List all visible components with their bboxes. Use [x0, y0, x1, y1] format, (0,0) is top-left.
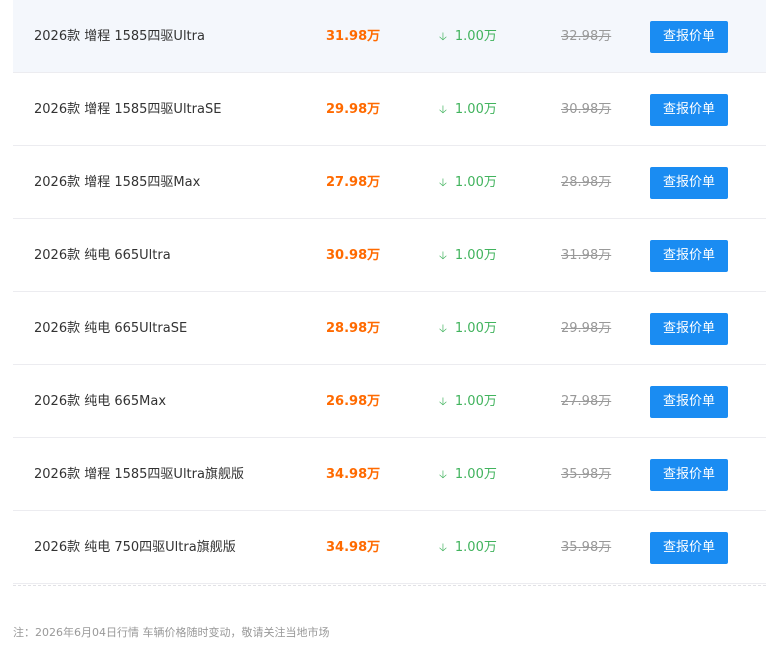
price-drop: 🡣 1.00万 [439, 292, 497, 365]
table-row: 2026款 纯电 665Max 26.98万 🡣 1.00万 27.98万 查报价… [13, 365, 766, 438]
current-price: 31.98万 [326, 29, 381, 44]
table-row: 2026款 增程 1585四驱Max 27.98万 🡣 1.00万 28.98万 … [13, 146, 766, 219]
price-table: 2026款 增程 1585四驱Ultra 31.98万 🡣 1.00万 32.98… [13, 0, 766, 584]
price-drop: 🡣 1.00万 [439, 365, 497, 438]
down-arrow-icon: 🡣 [439, 322, 447, 335]
price-drop-value: 1.00万 [454, 175, 497, 190]
down-arrow-icon: 🡣 [439, 395, 447, 408]
model-name: 2026款 纯电 750四驱Ultra旗舰版 [34, 540, 236, 555]
check-quote-button[interactable]: 查报价单 [650, 94, 728, 126]
current-price: 34.98万 [326, 540, 381, 555]
price-drop-value: 1.00万 [454, 29, 497, 44]
price-drop-value: 1.00万 [454, 248, 497, 263]
price-drop-value: 1.00万 [454, 467, 497, 482]
down-arrow-icon: 🡣 [439, 249, 447, 262]
down-arrow-icon: 🡣 [439, 30, 447, 43]
price-drop: 🡣 1.00万 [439, 146, 497, 219]
check-quote-button[interactable]: 查报价单 [650, 532, 728, 564]
table-row: 2026款 增程 1585四驱UltraSE 29.98万 🡣 1.00万 30.… [13, 73, 766, 146]
current-price: 26.98万 [326, 394, 381, 409]
current-price: 27.98万 [326, 175, 381, 190]
price-drop: 🡣 1.00万 [439, 219, 497, 292]
price-drop-value: 1.00万 [454, 540, 497, 555]
current-price: 28.98万 [326, 321, 381, 336]
down-arrow-icon: 🡣 [439, 103, 447, 116]
table-row: 2026款 纯电 665UltraSE 28.98万 🡣 1.00万 29.98万… [13, 292, 766, 365]
price-drop: 🡣 1.00万 [439, 73, 497, 146]
table-row: 2026款 纯电 750四驱Ultra旗舰版 34.98万 🡣 1.00万 35.… [13, 511, 766, 584]
model-name: 2026款 增程 1585四驱UltraSE [34, 102, 222, 117]
original-price: 28.98万 [561, 175, 612, 190]
down-arrow-icon: 🡣 [439, 468, 447, 481]
model-name: 2026款 纯电 665UltraSE [34, 321, 188, 336]
original-price: 27.98万 [561, 394, 612, 409]
price-drop: 🡣 1.00万 [439, 0, 497, 73]
model-name: 2026款 增程 1585四驱Ultra旗舰版 [34, 467, 244, 482]
price-drop-value: 1.00万 [454, 102, 497, 117]
model-name: 2026款 增程 1585四驱Ultra [34, 29, 205, 44]
original-price: 29.98万 [561, 321, 612, 336]
check-quote-button[interactable]: 查报价单 [650, 459, 728, 491]
divider [13, 585, 766, 586]
check-quote-button[interactable]: 查报价单 [650, 167, 728, 199]
price-drop-value: 1.00万 [454, 321, 497, 336]
original-price: 32.98万 [561, 29, 612, 44]
current-price: 29.98万 [326, 102, 381, 117]
price-drop: 🡣 1.00万 [439, 511, 497, 584]
price-drop-value: 1.00万 [454, 394, 497, 409]
table-row: 2026款 增程 1585四驱Ultra旗舰版 34.98万 🡣 1.00万 35… [13, 438, 766, 511]
check-quote-button[interactable]: 查报价单 [650, 386, 728, 418]
down-arrow-icon: 🡣 [439, 541, 447, 554]
model-name: 2026款 增程 1585四驱Max [34, 175, 201, 190]
model-name: 2026款 纯电 665Max [34, 394, 167, 409]
down-arrow-icon: 🡣 [439, 176, 447, 189]
current-price: 34.98万 [326, 467, 381, 482]
model-name: 2026款 纯电 665Ultra [34, 248, 171, 263]
table-row: 2026款 纯电 665Ultra 30.98万 🡣 1.00万 31.98万 查… [13, 219, 766, 292]
original-price: 30.98万 [561, 102, 612, 117]
original-price: 35.98万 [561, 467, 612, 482]
current-price: 30.98万 [326, 248, 381, 263]
table-row: 2026款 增程 1585四驱Ultra 31.98万 🡣 1.00万 32.98… [13, 0, 766, 73]
check-quote-button[interactable]: 查报价单 [650, 240, 728, 272]
footnote: 注：2026年6月04日行情 车辆价格随时变动，敬请关注当地市场 [13, 626, 330, 639]
check-quote-button[interactable]: 查报价单 [650, 21, 728, 53]
check-quote-button[interactable]: 查报价单 [650, 313, 728, 345]
original-price: 35.98万 [561, 540, 612, 555]
original-price: 31.98万 [561, 248, 612, 263]
price-drop: 🡣 1.00万 [439, 438, 497, 511]
